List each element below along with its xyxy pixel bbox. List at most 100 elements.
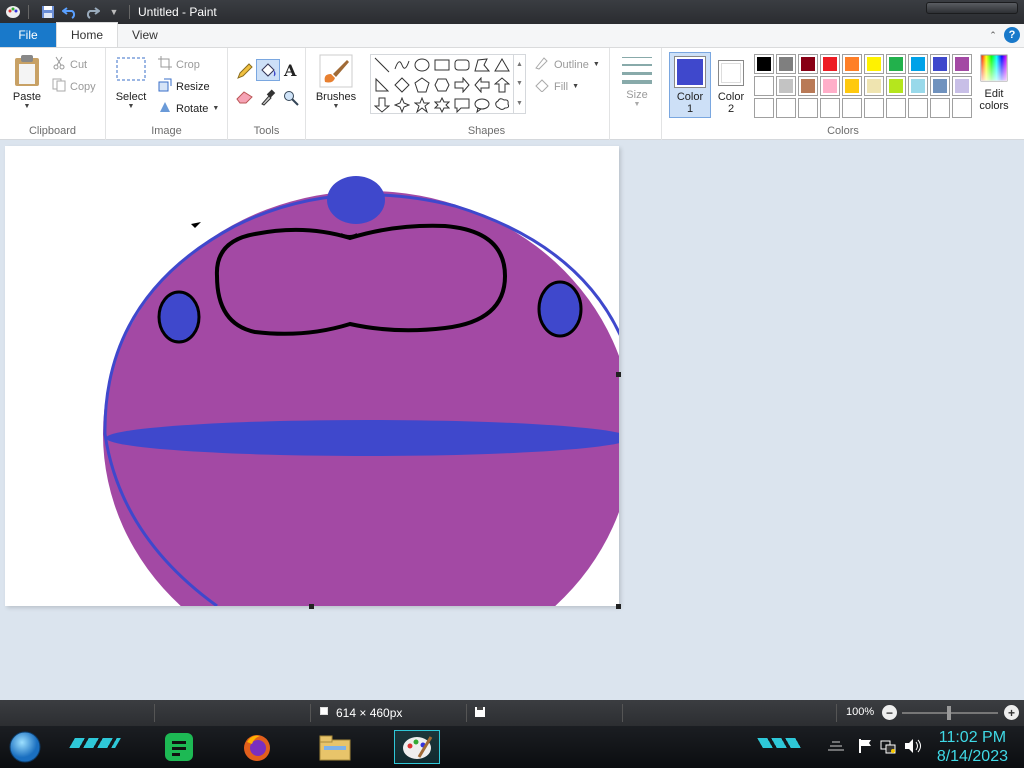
up-arrow-shape-icon[interactable] <box>492 75 512 95</box>
palette-swatch[interactable] <box>952 54 972 74</box>
tab-view[interactable]: View <box>118 23 172 47</box>
resize-handle-right[interactable] <box>616 372 621 377</box>
fill-button[interactable]: Fill ▼ <box>534 78 579 95</box>
left-arrow-shape-icon[interactable] <box>472 75 492 95</box>
pentagon-shape-icon[interactable] <box>412 75 432 95</box>
more-shapes-icon[interactable]: ▼ <box>516 100 523 107</box>
palette-swatch[interactable] <box>776 54 796 74</box>
show-hidden-icons[interactable] <box>826 740 846 755</box>
palette-swatch[interactable] <box>930 98 950 118</box>
outline-button[interactable]: Outline ▼ <box>534 56 600 73</box>
zoom-in-button[interactable]: + <box>1004 705 1019 720</box>
palette-swatch[interactable] <box>930 54 950 74</box>
four-point-star-shape-icon[interactable] <box>392 95 412 115</box>
help-icon[interactable]: ? <box>1004 27 1020 43</box>
rotate-button[interactable]: Rotate ▼ <box>158 100 219 117</box>
network-icon[interactable] <box>880 738 896 757</box>
zoom-out-button[interactable]: − <box>882 705 897 720</box>
paste-button[interactable]: Paste ▼ <box>8 54 46 110</box>
size-button[interactable]: Size ▼ <box>618 54 656 108</box>
rectangle-shape-icon[interactable] <box>432 55 452 75</box>
tab-file[interactable]: File <box>0 23 56 47</box>
palette-swatch[interactable] <box>886 98 906 118</box>
select-dropdown-icon[interactable]: ▼ <box>128 103 135 110</box>
palette-swatch[interactable] <box>754 98 774 118</box>
palette-swatch[interactable] <box>842 76 862 96</box>
line-shape-icon[interactable] <box>372 55 392 75</box>
diamond-shape-icon[interactable] <box>392 75 412 95</box>
pencil-icon[interactable] <box>236 62 254 83</box>
eraser-icon[interactable] <box>236 90 254 107</box>
resize-handle-bottom[interactable] <box>309 604 314 609</box>
edit-colors-button[interactable]: Edit colors <box>974 54 1014 112</box>
curve-shape-icon[interactable] <box>392 55 412 75</box>
notes-app-icon[interactable] <box>162 730 196 764</box>
scroll-down-icon[interactable]: ▼ <box>516 80 523 87</box>
rotate-dropdown-icon[interactable]: ▼ <box>212 105 219 112</box>
palette-swatch[interactable] <box>864 76 884 96</box>
undo-icon[interactable] <box>61 3 79 21</box>
palette-swatch[interactable] <box>798 76 818 96</box>
start-button[interactable] <box>8 730 42 764</box>
color2-button[interactable]: Color 2 <box>714 54 748 115</box>
oval-callout-shape-icon[interactable] <box>472 95 492 115</box>
palette-swatch[interactable] <box>820 54 840 74</box>
palette-swatch[interactable] <box>864 98 884 118</box>
paste-dropdown-icon[interactable]: ▼ <box>24 103 31 110</box>
five-point-star-shape-icon[interactable] <box>412 95 432 115</box>
right-arrow-shape-icon[interactable] <box>452 75 472 95</box>
window-controls[interactable] <box>926 2 1018 14</box>
palette-swatch[interactable] <box>952 76 972 96</box>
palette-swatch[interactable] <box>842 98 862 118</box>
brushes-button[interactable]: Brushes ▼ <box>314 54 358 110</box>
palette-swatch[interactable] <box>798 54 818 74</box>
cloud-callout-shape-icon[interactable] <box>492 95 512 115</box>
palette-swatch[interactable] <box>842 54 862 74</box>
right-triangle-shape-icon[interactable] <box>372 75 392 95</box>
firefox-icon[interactable] <box>240 730 274 764</box>
palette-swatch[interactable] <box>776 76 796 96</box>
select-button[interactable]: Select ▼ <box>114 56 148 110</box>
fill-bucket-icon[interactable] <box>256 59 280 81</box>
oval-shape-icon[interactable] <box>412 55 432 75</box>
palette-swatch[interactable] <box>908 54 928 74</box>
palette-swatch[interactable] <box>798 98 818 118</box>
color1-button[interactable]: Color 1 <box>669 52 711 118</box>
action-center-flag-icon[interactable] <box>858 738 872 757</box>
magnifier-icon[interactable] <box>283 90 299 109</box>
paint-app-icon[interactable] <box>4 3 22 21</box>
polygon-shape-icon[interactable] <box>472 55 492 75</box>
palette-swatch[interactable] <box>908 76 928 96</box>
drawing-canvas[interactable] <box>5 146 619 606</box>
palette-swatch[interactable] <box>754 54 774 74</box>
rectangular-callout-shape-icon[interactable] <box>452 95 472 115</box>
file-explorer-icon[interactable] <box>318 730 352 764</box>
redo-icon[interactable] <box>83 3 101 21</box>
fill-dropdown-icon[interactable]: ▼ <box>572 83 579 90</box>
six-point-star-shape-icon[interactable] <box>432 95 452 115</box>
color-picker-icon[interactable] <box>260 88 276 109</box>
palette-swatch[interactable] <box>952 98 972 118</box>
rounded-rectangle-shape-icon[interactable] <box>452 55 472 75</box>
customize-toolbar-icon[interactable]: ▼ <box>105 3 123 21</box>
hexagon-shape-icon[interactable] <box>432 75 452 95</box>
volume-icon[interactable] <box>904 738 922 757</box>
triangle-shape-icon[interactable] <box>492 55 512 75</box>
palette-swatch[interactable] <box>820 98 840 118</box>
palette-swatch[interactable] <box>886 76 906 96</box>
palette-swatch[interactable] <box>776 98 796 118</box>
cut-button[interactable]: Cut <box>52 56 87 73</box>
palette-swatch[interactable] <box>908 98 928 118</box>
palette-swatch[interactable] <box>930 76 950 96</box>
copy-button[interactable]: Copy <box>52 78 96 95</box>
paint-taskbar-button[interactable] <box>394 730 440 764</box>
crop-button[interactable]: Crop <box>158 56 200 73</box>
palette-swatch[interactable] <box>886 54 906 74</box>
zoom-slider-thumb[interactable] <box>947 706 951 720</box>
palette-swatch[interactable] <box>864 54 884 74</box>
brushes-dropdown-icon[interactable]: ▼ <box>333 103 340 110</box>
text-tool-icon[interactable]: A <box>284 61 296 80</box>
minimize-ribbon-icon[interactable]: ⌃ <box>988 30 998 40</box>
palette-swatch[interactable] <box>820 76 840 96</box>
system-clock[interactable]: 11:02 PM 8/14/2023 <box>937 728 1008 766</box>
